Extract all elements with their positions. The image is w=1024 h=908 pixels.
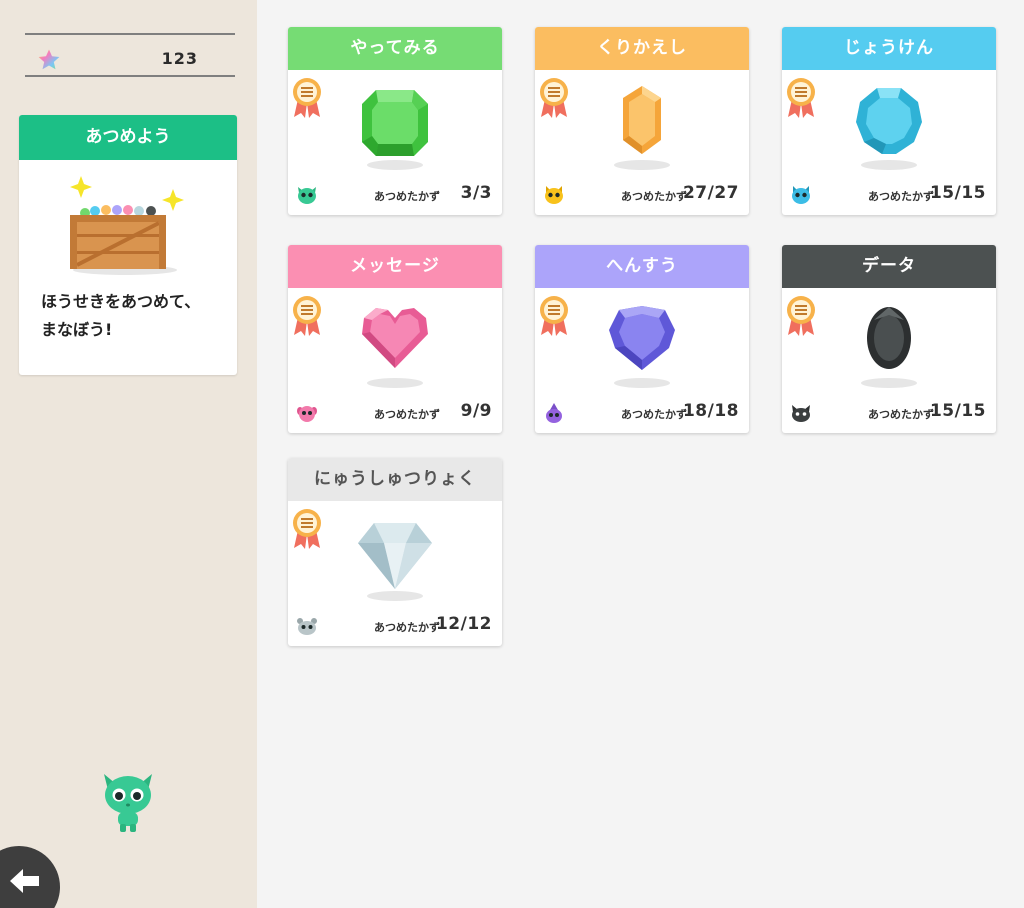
count-label: あつめたかず [374, 621, 440, 634]
count-value: 27/27 [682, 183, 739, 203]
medal-icon [292, 508, 322, 550]
count-label: あつめたかず [621, 408, 687, 421]
yellow-creature-icon [545, 186, 563, 204]
collect-card-description: ほうせきをあつめて、 まなぼう! [41, 288, 231, 344]
blue-creature-icon [792, 186, 810, 204]
count-value: 3/3 [460, 183, 492, 203]
card-title: にゅうしゅつりょく [288, 458, 502, 501]
medal-icon [292, 77, 322, 119]
arrow-left-icon [10, 869, 39, 893]
green-mascot-icon [104, 774, 152, 832]
count-value: 12/12 [435, 614, 492, 634]
card-title: メッセージ [288, 245, 502, 288]
count-value: 15/15 [929, 183, 986, 203]
green-emerald-gem-icon [362, 90, 428, 170]
medal-icon [786, 295, 816, 337]
back-button[interactable] [0, 846, 60, 908]
purple-shield-gem-icon [609, 306, 675, 388]
card-title: データ [782, 245, 996, 288]
collect-card: あつめよう ほうせきをあつめて、 まなぼう! [19, 115, 237, 375]
count-label: あつめたかず [374, 408, 440, 421]
purple-creature-icon [546, 403, 562, 423]
collect-text-line2: まなぼう! [41, 320, 113, 339]
card-title: へんすう [535, 245, 749, 288]
medal-icon [539, 295, 569, 337]
count-value: 15/15 [929, 401, 986, 421]
card-yattemiru[interactable]: やってみる あつめたかず 3/3 [288, 27, 502, 215]
treasure-crate-icon [70, 176, 184, 275]
blue-round-gem-icon [856, 88, 922, 170]
rainbow-star-icon [38, 49, 60, 70]
card-nyuushutsuryoku[interactable]: にゅうしゅつりょく あつめたかず 12/12 [288, 458, 502, 646]
white-diamond-gem-icon [358, 523, 432, 601]
collect-card-title: あつめよう [19, 115, 237, 160]
card-hensuu[interactable]: へんすう あつめたかず 18/18 [535, 245, 749, 433]
card-jouken[interactable]: じょうけん あつめたかず 15/15 [782, 27, 996, 215]
green-creature-icon [298, 187, 316, 204]
medal-icon [539, 77, 569, 119]
count-label: あつめたかず [868, 190, 934, 203]
count-label: あつめたかず [374, 190, 440, 203]
collect-text-line1: ほうせきをあつめて、 [41, 292, 201, 311]
medal-icon [786, 77, 816, 119]
count-label: あつめたかず [621, 190, 687, 203]
card-title: くりかえし [535, 27, 749, 70]
black-cat-creature-icon [792, 405, 810, 422]
medal-icon [292, 295, 322, 337]
card-data[interactable]: データ あつめたかず 15/15 [782, 245, 996, 433]
sidebar: 123 あつめよう ほうせきをあつめて、 まなぼう! [0, 0, 257, 908]
count-value: 18/18 [682, 401, 739, 421]
score-bar: 123 [25, 33, 235, 77]
count-label: あつめたかず [868, 408, 934, 421]
orange-hexagon-gem-icon [614, 86, 670, 170]
card-message[interactable]: メッセージ あつめたかず 9/9 [288, 245, 502, 433]
card-title: やってみる [288, 27, 502, 70]
gray-creature-icon [297, 618, 317, 635]
pink-creature-icon [297, 406, 317, 422]
black-oval-gem-icon [861, 307, 917, 388]
card-kurikaeshi[interactable]: くりかえし あつめたかず 27/27 [535, 27, 749, 215]
count-value: 9/9 [460, 401, 492, 421]
card-title: じょうけん [782, 27, 996, 70]
pink-heart-gem-icon [362, 308, 428, 388]
score-value: 123 [161, 49, 198, 68]
